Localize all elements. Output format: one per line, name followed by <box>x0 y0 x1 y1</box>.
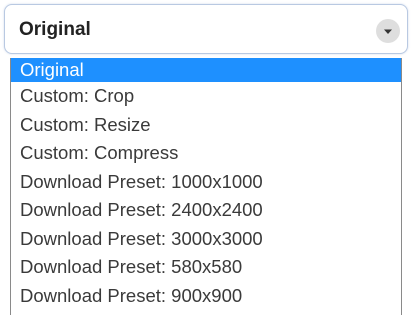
option-custom-compress[interactable]: Custom: Compress <box>11 139 401 168</box>
option-custom-crop[interactable]: Custom: Crop <box>11 82 401 111</box>
option-preset-580[interactable]: Download Preset: 580x580 <box>11 253 401 282</box>
select-current-value: Original <box>19 19 91 40</box>
option-original[interactable]: Original <box>11 58 401 82</box>
dropdown-toggle-button[interactable] <box>376 19 400 43</box>
preset-select[interactable]: Original <box>4 4 408 54</box>
chevron-down-icon <box>384 29 392 34</box>
option-preset-1000[interactable]: Download Preset: 1000x1000 <box>11 168 401 197</box>
dropdown-list[interactable]: Original Custom: Crop Custom: Resize Cus… <box>10 58 402 315</box>
option-preset-3000[interactable]: Download Preset: 3000x3000 <box>11 225 401 254</box>
option-preset-2400[interactable]: Download Preset: 2400x2400 <box>11 196 401 225</box>
option-custom-resize[interactable]: Custom: Resize <box>11 111 401 140</box>
option-preset-900[interactable]: Download Preset: 900x900 <box>11 282 401 311</box>
